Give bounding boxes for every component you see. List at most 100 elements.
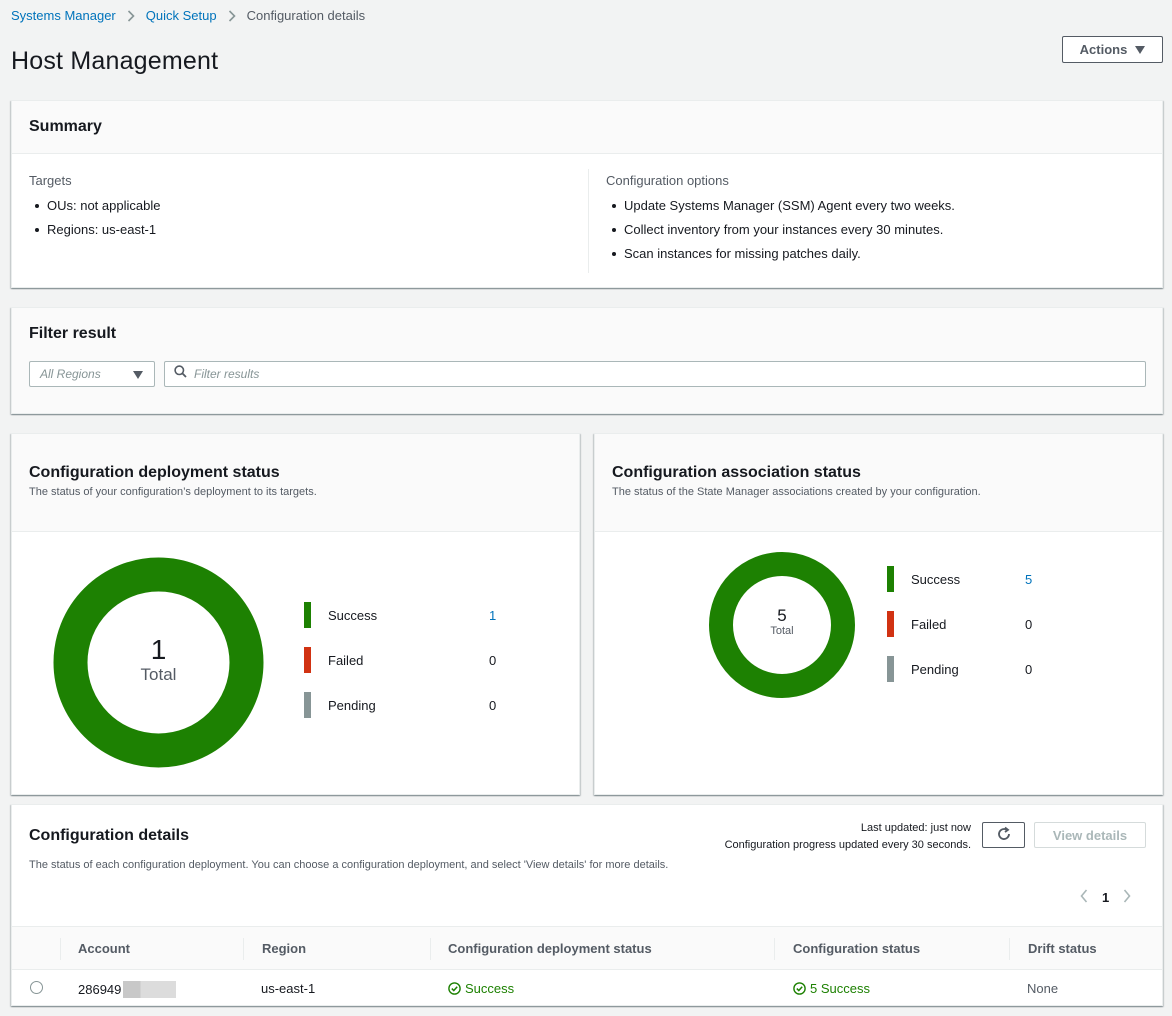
row-radio-button[interactable] (30, 981, 43, 994)
target-item: OUs: not applicable (29, 194, 160, 218)
column-divider (60, 938, 61, 960)
legend-pending-count: 0 (1025, 661, 1033, 677)
pagination: 1 (1080, 889, 1131, 906)
summary-title: Summary (29, 118, 102, 135)
account-id: 286949 (78, 982, 122, 997)
association-status-header: Configuration association status The sta… (595, 434, 1162, 532)
target-item: Regions: us-east-1 (29, 218, 160, 242)
caret-down-icon (133, 371, 143, 379)
association-total-label: Total (770, 625, 794, 637)
column-header-deployment-status[interactable]: Configuration deployment status (448, 941, 652, 956)
association-status-panel: Configuration association status The sta… (594, 433, 1163, 795)
cell-account: 286949 (78, 981, 177, 998)
actions-button[interactable]: Actions (1062, 36, 1163, 63)
targets-section: Targets OUs: not applicable Regions: us-… (29, 173, 160, 242)
legend-label: Success (911, 571, 961, 587)
filter-panel: Filter result All Regions (11, 307, 1163, 414)
column-divider (243, 938, 244, 960)
legend-pending-swatch (887, 656, 894, 682)
refresh-icon (996, 826, 1012, 845)
actions-label: Actions (1079, 42, 1128, 57)
column-header-account[interactable]: Account (78, 941, 130, 956)
breadcrumb-systems-manager[interactable]: Systems Manager (11, 8, 116, 23)
legend-label: Failed (328, 652, 364, 668)
legend-failed-swatch (887, 611, 894, 637)
legend-failed-count: 0 (1025, 616, 1033, 632)
breadcrumb: Systems Manager Quick Setup Configuratio… (11, 8, 365, 23)
legend-success-count-link[interactable]: 5 (1025, 572, 1032, 587)
legend-label: Pending (911, 661, 959, 677)
column-divider (430, 938, 431, 960)
chevron-right-icon (127, 9, 135, 22)
region-select[interactable]: All Regions (29, 361, 155, 387)
deployment-status-panel: Configuration deployment status The stat… (11, 433, 580, 795)
table-row[interactable]: 286949 us-east-1 Success 5 Success None (12, 970, 1162, 1006)
column-divider (774, 938, 775, 960)
legend-failed-swatch (304, 647, 311, 673)
details-title: Configuration details (29, 827, 189, 844)
legend-failed: Failed 0 (887, 611, 1032, 637)
last-updated-text: Last updated: just now (860, 822, 971, 834)
cell-region: us-east-1 (261, 981, 316, 996)
options-label: Configuration options (606, 173, 729, 188)
association-total-value: 5 (777, 606, 787, 625)
chevron-left-icon[interactable] (1080, 889, 1088, 906)
column-header-drift-status[interactable]: Drift status (1028, 941, 1097, 956)
option-item: Collect inventory from your instances ev… (606, 218, 955, 242)
option-item: Update Systems Manager (SSM) Agent every… (606, 194, 955, 218)
legend-success-swatch (304, 602, 311, 628)
column-header-configuration-status[interactable]: Configuration status (793, 941, 920, 956)
deployment-donut-center: 1 Total (53, 635, 264, 685)
configuration-details-panel: Configuration details The status of each… (11, 804, 1163, 1006)
deployment-status-title: Configuration deployment status (29, 464, 280, 481)
search-box (164, 361, 1146, 387)
option-item: Scan instances for missing patches daily… (606, 242, 955, 266)
cell-drift-status: None (1027, 981, 1059, 996)
association-donut-chart: 5 Total (709, 552, 855, 698)
deployment-status-text: Success (465, 981, 515, 996)
search-icon (174, 365, 187, 383)
check-circle-icon (793, 982, 806, 995)
legend-success-swatch (887, 566, 894, 592)
details-description: The status of each configuration deploym… (29, 859, 669, 871)
summary-header: Summary (12, 101, 1162, 154)
redacted-block (123, 981, 177, 998)
filter-title: Filter result (29, 325, 117, 342)
view-details-button[interactable]: View details (1034, 822, 1146, 848)
deployment-status-header: Configuration deployment status The stat… (12, 434, 579, 532)
legend-label: Failed (911, 616, 947, 632)
table-header: Account Region Configuration deployment … (12, 926, 1162, 970)
details-table: Account Region Configuration deployment … (12, 926, 1162, 1006)
progress-note-text: Configuration progress updated every 30 … (724, 839, 971, 851)
options-list: Update Systems Manager (SSM) Agent every… (606, 194, 955, 266)
chevron-right-icon[interactable] (1123, 889, 1131, 906)
legend-pending-count: 0 (489, 697, 497, 713)
region-select-value: All Regions (40, 367, 101, 381)
legend-success-count-link[interactable]: 1 (489, 608, 496, 623)
column-header-region[interactable]: Region (262, 941, 306, 956)
page-number[interactable]: 1 (1102, 890, 1109, 905)
legend-success: Success 5 (887, 566, 1032, 592)
configuration-status-text: 5 Success (810, 981, 870, 996)
targets-list: OUs: not applicable Regions: us-east-1 (29, 194, 160, 242)
legend-pending: Pending 0 (304, 692, 496, 718)
legend-label: Success (328, 607, 378, 623)
options-section: Configuration options Update Systems Man… (606, 173, 955, 266)
association-status-description: The status of the State Manager associat… (612, 486, 981, 498)
targets-label: Targets (29, 173, 72, 188)
legend-success: Success 1 (304, 602, 496, 628)
deployment-status-description: The status of your configuration’s deplo… (29, 486, 317, 498)
check-circle-icon (448, 982, 461, 995)
search-input[interactable] (194, 367, 1094, 381)
caret-down-icon (1135, 45, 1146, 54)
deployment-total-label: Total (140, 665, 177, 684)
refresh-button[interactable] (982, 822, 1025, 848)
legend-failed-count: 0 (489, 652, 497, 668)
association-status-title: Configuration association status (612, 464, 861, 481)
breadcrumb-quick-setup[interactable]: Quick Setup (146, 8, 217, 23)
legend-pending: Pending 0 (887, 656, 1032, 682)
legend-label: Pending (328, 697, 376, 713)
column-divider (588, 169, 589, 273)
legend-pending-swatch (304, 692, 311, 718)
column-divider (1009, 938, 1010, 960)
